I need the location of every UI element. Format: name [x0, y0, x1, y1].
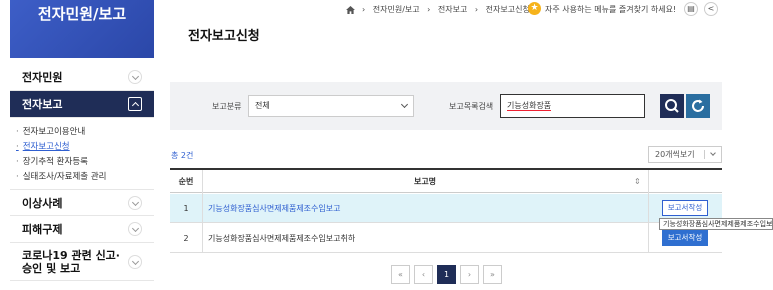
table-header: 순번 보고명 ⇕ [170, 170, 722, 193]
header-no: 순번 [178, 176, 194, 186]
category-label: 보고분류 [212, 102, 242, 111]
breadcrumb-item[interactable]: 전자보고 [438, 5, 467, 14]
table-row[interactable]: 1 기능성화장품심사면제제품제조수입보고 보고서작성 [170, 194, 722, 223]
row-title[interactable]: 기능성화장품심사면제제품제조수입보고 [208, 194, 340, 222]
sidebar-item-epetition[interactable]: 전자민원 [10, 64, 154, 91]
table-row[interactable]: 2 기능성화장품심사면제제품제조수입보고취하 보고서작성 [170, 224, 722, 253]
search-input[interactable]: 기능성화장품 [500, 94, 645, 118]
sidebar-item-label: 전자민원 [22, 71, 63, 84]
refresh-icon [692, 99, 704, 112]
row-no: 1 [183, 203, 189, 213]
breadcrumb-item[interactable]: 전자보고신청 [486, 5, 530, 14]
sidebar: 전자민원/보고 전자민원 전자보고 전자보고이용안내 전자보고신청 장기추적 환… [0, 0, 156, 290]
write-report-button[interactable]: 보고서작성 [662, 230, 708, 246]
category-select[interactable]: 전체 [248, 95, 414, 117]
tooltip: 기능성화장품심사면제제품제조수입보고 [659, 218, 773, 230]
per-page-select[interactable]: 20개씩보기 [648, 146, 722, 163]
sidebar-item-label: 이상사례 [22, 197, 63, 210]
sidebar-item-adverse[interactable]: 이상사례 [10, 189, 154, 216]
chevron-up-icon [128, 97, 142, 111]
search-icon [665, 99, 679, 113]
sort-icon[interactable]: ⇕ [634, 170, 644, 192]
chevron-down-icon [128, 254, 142, 269]
header-name[interactable]: 보고명 [202, 170, 648, 192]
sidebar-item-relief[interactable]: 피해구제 [10, 216, 154, 243]
chevron-down-icon [710, 150, 716, 156]
category-value: 전체 [255, 101, 270, 110]
row-title[interactable]: 기능성화장품심사면제제품제조수입보고취하 [208, 224, 355, 252]
subitem-apply[interactable]: 전자보고신청 [16, 140, 70, 154]
breadcrumb: › 전자민원/보고 › 전자보고 › 전자보고신청 [362, 5, 530, 14]
search-button[interactable] [660, 94, 684, 118]
subitem-survey[interactable]: 실태조사/자료제출 관리 [16, 170, 107, 184]
keyword-label: 보고목록검색 [449, 102, 494, 111]
subitem-guide[interactable]: 전자보고이용안내 [16, 125, 86, 139]
page-title: 전자보고신청 [188, 29, 260, 44]
sidebar-item-ereport[interactable]: 전자보고 [10, 91, 154, 118]
subitem-patient-register[interactable]: 장기추적 환자등록 [16, 155, 88, 169]
sidebar-item-label: 코로나19 관련 신고·승인 및 보고 [22, 249, 120, 275]
chevron-down-icon [128, 222, 142, 236]
home-icon[interactable] [346, 6, 355, 14]
favorite-star-icon[interactable]: ★ [528, 2, 541, 15]
first-page-button[interactable]: « [391, 265, 410, 284]
per-page-value: 20개씩보기 [655, 150, 695, 159]
search-input-value: 기능성화장품 [507, 101, 552, 111]
chevron-down-icon [128, 195, 142, 210]
sidebar-item-label: 전자보고 [22, 98, 63, 111]
print-icon[interactable]: ▤ [684, 2, 698, 16]
total-count: 총 2건 [171, 151, 194, 160]
write-report-button[interactable]: 보고서작성 [662, 200, 708, 216]
sidebar-item-covid[interactable]: 코로나19 관련 신고·승인 및 보고 [10, 243, 154, 281]
breadcrumb-item[interactable]: 전자민원/보고 [373, 5, 420, 14]
sidebar-item-label: 피해구제 [22, 223, 63, 236]
prev-page-button[interactable]: ‹ [414, 265, 433, 284]
chevron-down-icon [128, 70, 142, 84]
next-page-button[interactable]: › [460, 265, 479, 284]
favorite-hint: 자주 사용하는 메뉴를 즐겨찾기 하세요! [545, 5, 677, 14]
reset-button[interactable] [686, 94, 710, 118]
row-no: 2 [183, 233, 189, 243]
sidebar-title: 전자민원/보고 [10, 0, 154, 58]
last-page-button[interactable]: » [483, 265, 502, 284]
share-icon[interactable]: < [704, 2, 718, 16]
chevron-down-icon [400, 100, 409, 109]
page-button-current[interactable]: 1 [437, 265, 456, 284]
